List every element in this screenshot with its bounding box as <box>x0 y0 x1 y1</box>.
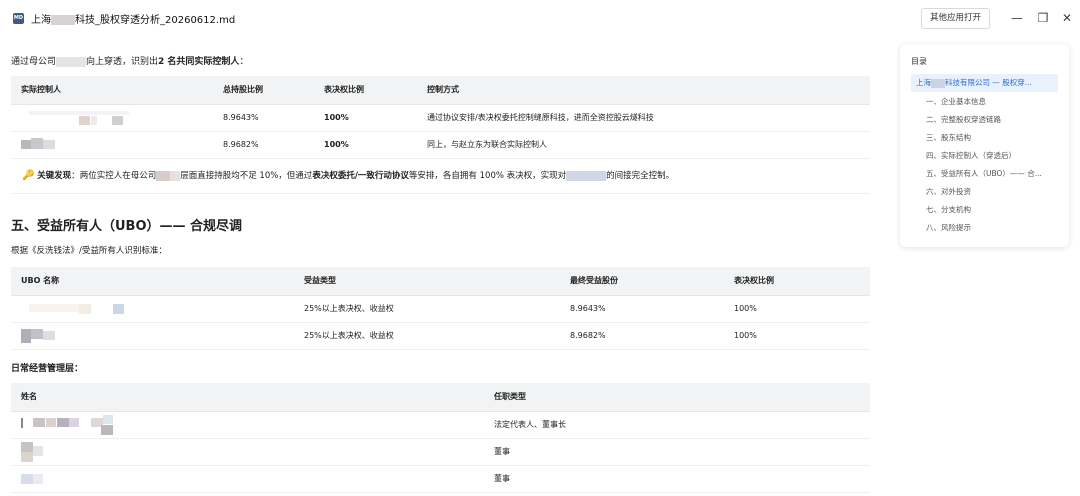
toc-item-penetration-chain[interactable]: 二、完整股权穿透链路 <box>926 114 1001 125</box>
redacted-text <box>170 170 181 181</box>
redacted-text <box>51 15 75 25</box>
toc-item-basic-info[interactable]: 一、企业基本信息 <box>926 96 986 107</box>
toc-item-root[interactable]: 上海 科技有限公司 — 股权穿... <box>911 74 1058 92</box>
ubo-standard-note: 根据《反洗钱法》/受益所有人识别标准： <box>11 246 167 256</box>
table-row: 8.9682% 100% 同上，与赵立东为联合实际控制人 <box>11 131 870 159</box>
redacted-name-cell <box>11 104 213 132</box>
section-heading-ubo: 五、受益所有人（UBO）—— 合规尽调 <box>11 219 243 234</box>
redacted-mosaic <box>21 441 51 462</box>
redacted-name-cell <box>11 465 484 493</box>
redacted-mosaic <box>21 110 141 125</box>
redacted-text <box>156 170 171 181</box>
table-row: 董事 <box>11 438 870 466</box>
table-row: 董事 <box>11 465 870 493</box>
redacted-mosaic <box>21 328 61 343</box>
redacted-mosaic <box>21 472 51 486</box>
redacted-name-cell <box>11 438 484 466</box>
management-heading: 日常经营管理层： <box>11 364 84 374</box>
controller-table: 实际控制人 总持股比例 表决权比例 控制方式 8.9643% 100% 通过协议… <box>11 76 870 159</box>
table-header-row: 姓名 任职类型 <box>11 383 870 412</box>
redacted-mosaic <box>21 137 61 152</box>
table-row: 8.9643% 100% 通过协议安排/表决权委托控制缝原科技，进而全资控股云燧… <box>11 104 870 132</box>
redacted-text <box>566 170 607 181</box>
redacted-name-cell <box>11 411 484 439</box>
key-finding-callout: 🔑 关键发现：两位实控人在母公司 层面直接持股均不足 10%，但通过表决权委托/一… <box>22 170 675 181</box>
open-with-other-app-button[interactable]: 其他应用打开 <box>921 8 990 29</box>
table-row: 法定代表人、董事长 <box>11 411 870 439</box>
table-row: 25%以上表决权、收益权 8.9643% 100% <box>11 295 870 323</box>
markdown-file-icon: MD <box>13 13 24 24</box>
redacted-name-cell <box>11 295 294 323</box>
table-of-contents: 目录 上海 科技有限公司 — 股权穿... 一、企业基本信息 二、完整股权穿透链路… <box>900 44 1069 247</box>
redacted-text <box>56 56 87 67</box>
restore-icon[interactable]: ❐ <box>1034 9 1052 27</box>
table-header-row: UBO 名称 受益类型 最终受益股份 表决权比例 <box>11 267 870 296</box>
table-row: 25%以上表决权、收益权 8.9682% 100% <box>11 322 870 350</box>
title-bar: MD 上海 科技_股权穿透分析_20260612.md 其他应用打开 — ❐ ✕ <box>0 0 1080 36</box>
toc-item-investments[interactable]: 六、对外投资 <box>926 186 971 197</box>
redacted-text <box>931 78 945 88</box>
toc-item-branches[interactable]: 七、分支机构 <box>926 204 971 215</box>
table-header-row: 实际控制人 总持股比例 表决权比例 控制方式 <box>11 76 870 105</box>
toc-item-risk[interactable]: 八、风险提示 <box>926 222 971 233</box>
toc-item-actual-controller[interactable]: 四、实际控制人（穿透后） <box>926 150 1016 161</box>
section-divider <box>11 193 870 194</box>
close-icon[interactable]: ✕ <box>1058 9 1076 27</box>
toc-title: 目录 <box>911 57 927 66</box>
key-icon: 🔑 <box>22 170 35 181</box>
redacted-name-cell <box>11 131 213 159</box>
redacted-mosaic <box>21 302 141 316</box>
redacted-mosaic <box>21 414 141 435</box>
management-table: 姓名 任职类型 法定代表人、董事长 董事 董事 <box>11 383 870 493</box>
toc-item-shareholder-structure[interactable]: 三、股东结构 <box>926 132 971 143</box>
intro-paragraph: 通过母公司 向上穿透，识别出2 名共同实际控制人： <box>11 56 249 67</box>
window-title: 上海 科技_股权穿透分析_20260612.md <box>31 15 236 26</box>
toc-item-ubo[interactable]: 五、受益所有人（UBO）—— 合... <box>926 168 1042 179</box>
minimize-icon[interactable]: — <box>1008 9 1026 27</box>
redacted-name-cell <box>11 322 294 350</box>
ubo-table: UBO 名称 受益类型 最终受益股份 表决权比例 25%以上表决权、收益权 8.… <box>11 267 870 350</box>
